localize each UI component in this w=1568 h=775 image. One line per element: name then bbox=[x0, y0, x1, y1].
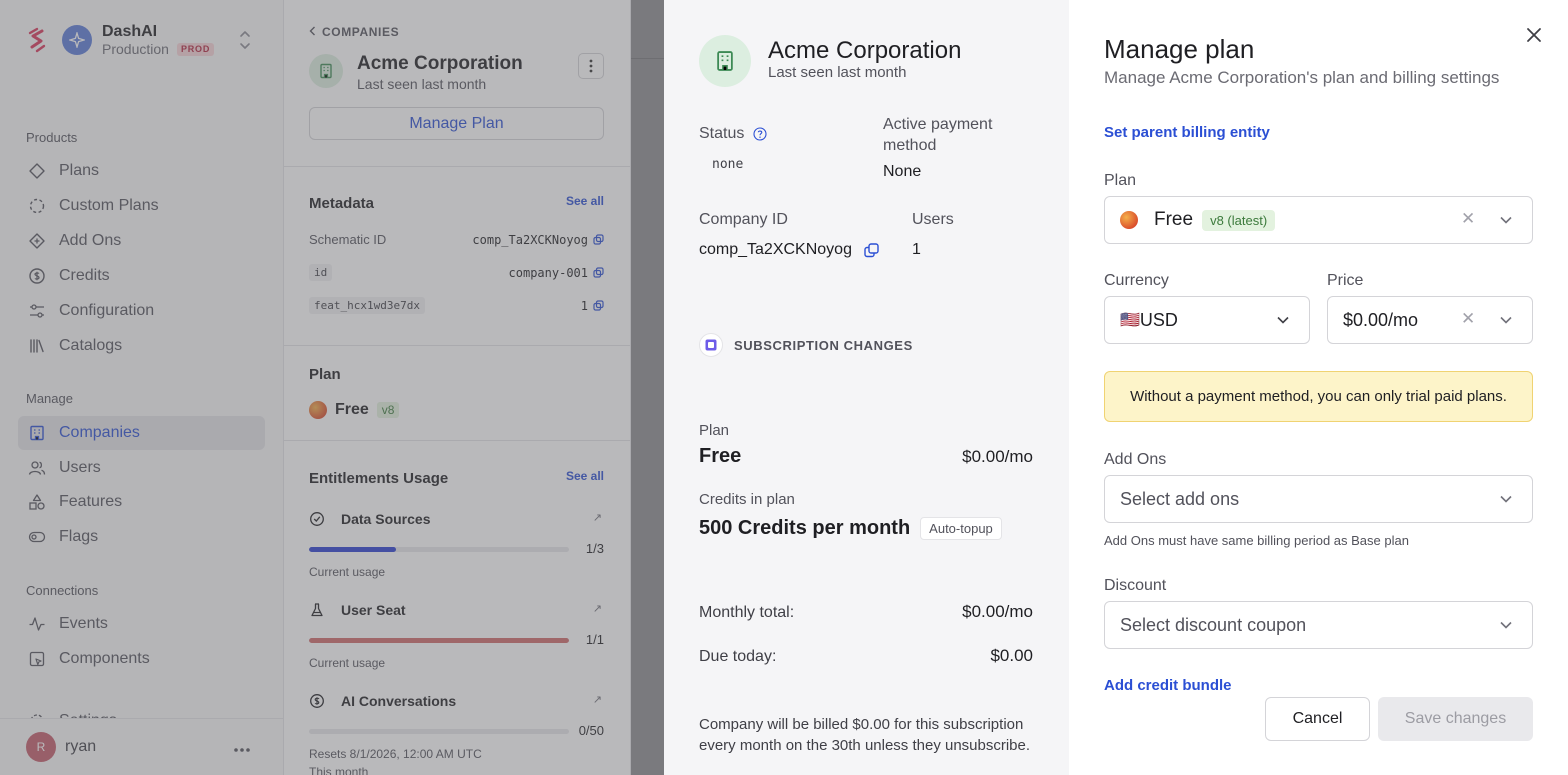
save-changes-button[interactable]: Save changes bbox=[1378, 697, 1533, 741]
price-select-value: $0.00/mo bbox=[1343, 309, 1419, 330]
monthly-total-row: Monthly total: $0.00/mo bbox=[699, 602, 1033, 622]
plan-row: Free $0.00/mo bbox=[699, 445, 1033, 468]
plan-label: Plan bbox=[699, 422, 730, 439]
chevron-down-icon bbox=[1500, 495, 1512, 503]
clear-icon[interactable]: ✕ bbox=[1461, 209, 1475, 229]
auto-topup-badge: Auto-topup bbox=[920, 517, 1002, 540]
credits-value: 500 Credits per month bbox=[699, 517, 911, 539]
discount-field-label: Discount bbox=[1104, 577, 1167, 594]
monthly-total-label: Monthly total: bbox=[699, 604, 795, 621]
credits-row: 500 Credits per month Auto-topup bbox=[699, 517, 1002, 540]
payment-method-value: None bbox=[883, 163, 922, 180]
credits-label: Credits in plan bbox=[699, 491, 795, 508]
subscription-icon bbox=[699, 333, 723, 357]
addons-select[interactable]: Select add ons bbox=[1104, 475, 1533, 523]
plan-select[interactable]: Free v8 (latest) ✕ bbox=[1104, 196, 1533, 244]
summary-last-seen: Last seen last month bbox=[768, 64, 907, 81]
subscription-changes-label: SUBSCRIPTION CHANGES bbox=[734, 337, 913, 353]
clear-icon[interactable]: ✕ bbox=[1461, 309, 1475, 329]
add-credit-bundle-link[interactable]: Add credit bundle bbox=[1104, 677, 1232, 694]
drawer-title: Manage plan bbox=[1104, 34, 1255, 64]
currency-select-value: USD bbox=[1139, 309, 1178, 330]
manage-plan-drawer: Manage plan Manage Acme Corporation's pl… bbox=[1069, 0, 1568, 775]
company-building-icon bbox=[699, 35, 751, 87]
due-today-value: $0.00 bbox=[990, 646, 1033, 665]
divider bbox=[631, 58, 664, 59]
payment-warning-banner: Without a payment method, you can only t… bbox=[1104, 371, 1533, 422]
close-button[interactable] bbox=[1523, 24, 1545, 46]
cancel-button[interactable]: Cancel bbox=[1265, 697, 1370, 741]
subscription-changes-header: SUBSCRIPTION CHANGES bbox=[699, 333, 913, 357]
plan-select-value: Free bbox=[1154, 209, 1194, 230]
monthly-total-value: $0.00/mo bbox=[962, 602, 1033, 621]
discount-select[interactable]: Select discount coupon bbox=[1104, 601, 1533, 649]
close-icon bbox=[1527, 28, 1541, 42]
status-field: Status bbox=[699, 123, 767, 144]
company-id-value: comp_Ta2XCKNoyog bbox=[699, 241, 852, 258]
us-flag-icon: 🇺🇸 bbox=[1120, 312, 1140, 329]
users-label: Users bbox=[912, 211, 954, 228]
chevron-down-icon bbox=[1500, 316, 1512, 324]
chevron-down-icon bbox=[1500, 216, 1512, 224]
summary-company-name: Acme Corporation bbox=[768, 37, 962, 64]
plan-icon bbox=[1120, 211, 1138, 229]
price-select[interactable]: $0.00/mo ✕ bbox=[1327, 296, 1533, 344]
currency-field-label: Currency bbox=[1104, 272, 1169, 289]
price-field-label: Price bbox=[1327, 272, 1364, 289]
drawer-subtitle: Manage Acme Corporation's plan and billi… bbox=[1104, 68, 1500, 87]
due-today-label: Due today: bbox=[699, 648, 777, 665]
addons-field-label: Add Ons bbox=[1104, 451, 1167, 468]
company-id-field: comp_Ta2XCKNoyog bbox=[699, 241, 879, 259]
copy-icon[interactable] bbox=[864, 242, 879, 258]
currency-select[interactable]: 🇺🇸 USD bbox=[1104, 296, 1310, 344]
plan-field-label: Plan bbox=[1104, 172, 1137, 189]
plan-version-badge: v8 (latest) bbox=[1202, 209, 1276, 231]
modal-backdrop-strip[interactable] bbox=[631, 0, 664, 775]
modal-backdrop[interactable] bbox=[0, 0, 631, 775]
due-today-row: Due today: $0.00 bbox=[699, 646, 1033, 666]
chevron-down-icon bbox=[1277, 316, 1289, 324]
addons-hint: Add Ons must have same billing period as… bbox=[1104, 533, 1409, 548]
status-value: none bbox=[712, 157, 744, 172]
payment-method-label: Active payment method bbox=[883, 116, 993, 154]
billing-note: Company will be billed $0.00 for this su… bbox=[699, 716, 1031, 754]
company-id-label: Company ID bbox=[699, 211, 788, 228]
status-label: Status bbox=[699, 125, 745, 142]
app: DashAI Production PROD Products Plans Cu… bbox=[0, 0, 1568, 775]
subscription-summary-panel: Acme Corporation Last seen last month St… bbox=[664, 0, 1069, 775]
help-circle-icon[interactable] bbox=[753, 126, 767, 141]
chevron-down-icon bbox=[1500, 621, 1512, 629]
plan-name: Free bbox=[699, 445, 742, 467]
discount-placeholder: Select discount coupon bbox=[1120, 614, 1307, 635]
set-parent-billing-link[interactable]: Set parent billing entity bbox=[1104, 124, 1270, 141]
addons-placeholder: Select add ons bbox=[1120, 488, 1240, 509]
plan-price: $0.00/mo bbox=[962, 447, 1033, 466]
users-value: 1 bbox=[912, 241, 921, 258]
